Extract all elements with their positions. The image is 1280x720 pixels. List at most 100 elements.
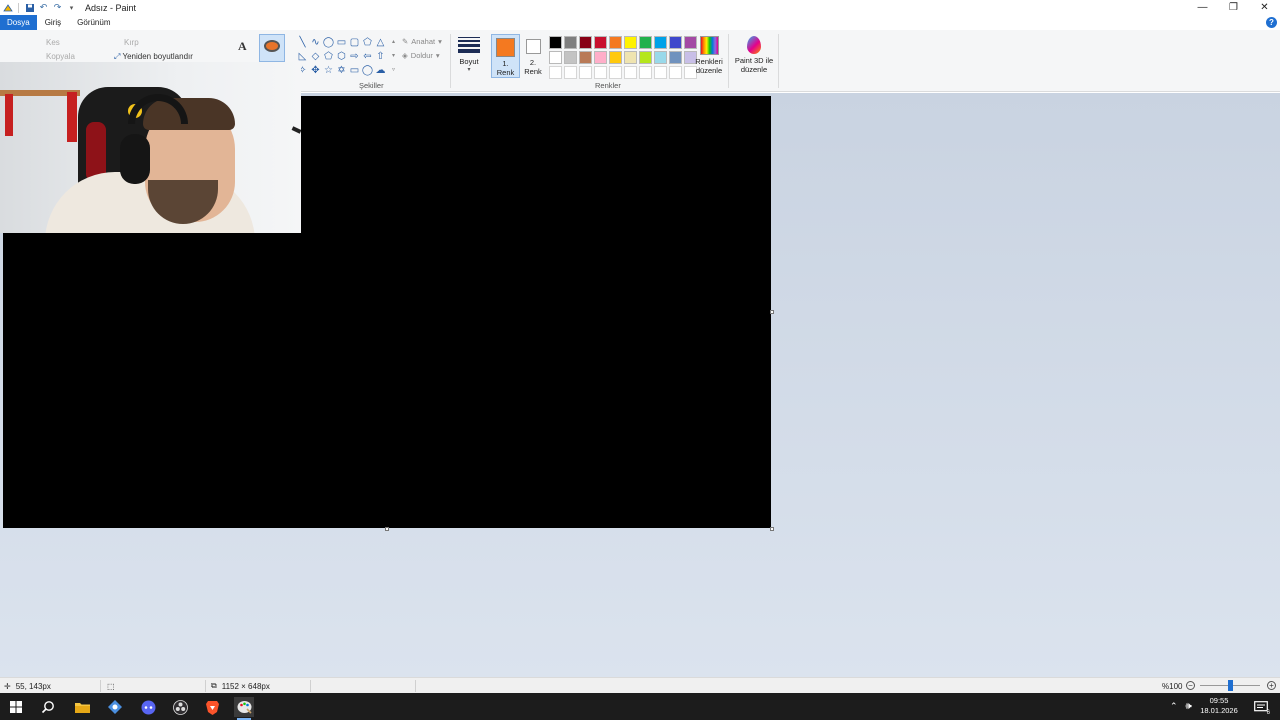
rounded-rectangle-shape-icon[interactable]: ▢ [348, 36, 361, 50]
undo-icon[interactable]: ↶ [38, 2, 49, 13]
line-shape-icon[interactable]: ╲ [296, 36, 309, 50]
color2-swatch [525, 39, 541, 54]
right-arrow-shape-icon[interactable]: ⇨ [348, 50, 361, 64]
save-icon[interactable] [24, 2, 35, 13]
shapes-scroll-down-icon[interactable]: ▾ [392, 52, 395, 59]
four-arrow-shape-icon[interactable]: ✥ [309, 64, 322, 78]
shapes-expand-icon[interactable]: ▿ [392, 66, 395, 73]
color1-button[interactable]: 1. Renk [491, 34, 520, 78]
tab-home[interactable]: Giriş [37, 15, 69, 30]
oval-shape-icon[interactable]: ◯ [322, 36, 335, 50]
callout-rect-shape-icon[interactable]: ▭ [348, 64, 361, 78]
volume-icon[interactable]: 🕪 [1186, 701, 1192, 712]
palette-color-swatch[interactable] [609, 66, 622, 79]
palette-color-swatch[interactable] [564, 66, 577, 79]
polygon-shape-icon[interactable]: ⬠ [361, 36, 374, 50]
palette-color-swatch[interactable] [639, 66, 652, 79]
palette-color-swatch[interactable] [594, 51, 607, 64]
palette-color-swatch[interactable] [669, 51, 682, 64]
hexagon-shape-icon[interactable]: ⬡ [335, 50, 348, 64]
zoom-out-icon[interactable]: − [1186, 681, 1195, 690]
canvas-resize-handle-right[interactable] [770, 310, 774, 314]
palette-color-swatch[interactable] [579, 51, 592, 64]
close-icon[interactable]: ✕ [1249, 0, 1280, 15]
brushes-button[interactable] [259, 34, 285, 62]
left-arrow-shape-icon[interactable]: ⇦ [361, 50, 374, 64]
text-tool-icon[interactable]: A [238, 39, 247, 54]
color1-label-line2: Renk [496, 68, 515, 77]
redo-icon[interactable]: ↷ [52, 2, 63, 13]
crop-button[interactable]: Kırp [124, 38, 139, 47]
fill-dropdown[interactable]: ◈ Doldur ▾ [402, 51, 440, 60]
palette-color-swatch[interactable] [549, 36, 562, 49]
curve-shape-icon[interactable]: ∿ [309, 36, 322, 50]
brave-browser-icon[interactable] [202, 697, 222, 717]
palette-color-swatch[interactable] [654, 51, 667, 64]
tab-file[interactable]: Dosya [0, 15, 37, 30]
up-arrow-shape-icon[interactable]: ⇧ [374, 50, 387, 64]
restore-icon[interactable]: ❐ [1218, 0, 1249, 15]
color1-label-line1: 1. [502, 59, 509, 68]
callout-cloud-shape-icon[interactable]: ☁ [374, 64, 387, 78]
palette-color-swatch[interactable] [624, 51, 637, 64]
palette-color-swatch[interactable] [549, 51, 562, 64]
pentagon-shape-icon[interactable]: ⬠ [322, 50, 335, 64]
notification-icon[interactable]: 6 [1251, 697, 1271, 717]
size-button[interactable]: Boyut ▾ [455, 35, 483, 73]
resize-button[interactable]: ⤢ Yeniden boyutlandır [114, 52, 193, 62]
triangle-shape-icon[interactable]: △ [374, 36, 387, 50]
palette-color-swatch[interactable] [594, 36, 607, 49]
palette-color-swatch[interactable] [594, 66, 607, 79]
obs-icon[interactable] [170, 697, 190, 717]
palette-color-swatch[interactable] [639, 36, 652, 49]
file-explorer-icon[interactable] [72, 697, 92, 717]
paint3d-button[interactable]: Paint 3D ile düzenle [733, 35, 775, 74]
windows-start-icon[interactable] [6, 697, 26, 717]
palette-color-swatch[interactable] [654, 36, 667, 49]
outline-dropdown[interactable]: ✎ Anahat ▾ [402, 37, 442, 46]
system-tray: ⌃ 🕪 [1170, 693, 1192, 720]
color2-label-line2: Renk [524, 67, 542, 76]
diamond-shape-icon[interactable]: ◇ [309, 50, 322, 64]
five-point-star-shape-icon[interactable]: ☆ [322, 64, 335, 78]
six-point-star-shape-icon[interactable]: ✡ [335, 64, 348, 78]
app-icon-blue[interactable] [105, 697, 125, 717]
palette-color-swatch[interactable] [564, 36, 577, 49]
palette-color-swatch[interactable] [609, 51, 622, 64]
palette-color-swatch[interactable] [579, 66, 592, 79]
palette-color-swatch[interactable] [549, 66, 562, 79]
rectangle-shape-icon[interactable]: ▭ [335, 36, 348, 50]
palette-color-swatch[interactable] [564, 51, 577, 64]
palette-color-swatch[interactable] [609, 36, 622, 49]
canvas-resize-handle-corner[interactable] [770, 527, 774, 531]
color-palette[interactable] [548, 35, 698, 80]
color2-button[interactable]: 2. Renk [521, 34, 545, 78]
title-bar: ↶ ↷ ▾ Adsız - Paint — ❐ ✕ [0, 0, 1280, 15]
callout-oval-shape-icon[interactable]: ◯ [361, 64, 374, 78]
palette-color-swatch[interactable] [624, 36, 637, 49]
chevron-up-icon[interactable]: ⌃ [1170, 701, 1178, 712]
shapes-scroll-up-icon[interactable]: ▴ [392, 38, 395, 45]
tab-view[interactable]: Görünüm [69, 15, 118, 30]
palette-color-swatch[interactable] [669, 36, 682, 49]
cut-button[interactable]: Kes [46, 38, 60, 47]
palette-color-swatch[interactable] [579, 36, 592, 49]
palette-color-swatch[interactable] [639, 51, 652, 64]
chat-app-icon[interactable] [138, 697, 158, 717]
copy-button[interactable]: Kopyala [46, 52, 75, 61]
palette-color-swatch[interactable] [654, 66, 667, 79]
search-icon[interactable] [38, 697, 58, 717]
zoom-slider-thumb[interactable] [1228, 680, 1233, 691]
taskbar-clock[interactable]: 09:55 18.01.2026 [1196, 696, 1242, 716]
fill-icon: ◈ [402, 51, 408, 60]
help-icon[interactable]: ? [1266, 17, 1277, 28]
canvas-resize-handle-bottom[interactable] [385, 527, 389, 531]
zoom-in-icon[interactable]: + [1267, 681, 1276, 690]
shapes-gallery[interactable]: ╲ ∿ ◯ ▭ ▢ ⬠ △ ◺ ◇ ⬠ ⬡ ⇨ ⇦ ⇧ ✧ ✥ ☆ ✡ ▭ ◯ … [296, 36, 392, 78]
paint-taskbar-icon[interactable] [234, 697, 254, 720]
palette-color-swatch[interactable] [624, 66, 637, 79]
customize-qat-icon[interactable]: ▾ [66, 2, 77, 13]
palette-color-swatch[interactable] [669, 66, 682, 79]
edit-colors-button[interactable]: Renkleri düzenle [694, 35, 724, 75]
minimize-icon[interactable]: — [1187, 0, 1218, 15]
